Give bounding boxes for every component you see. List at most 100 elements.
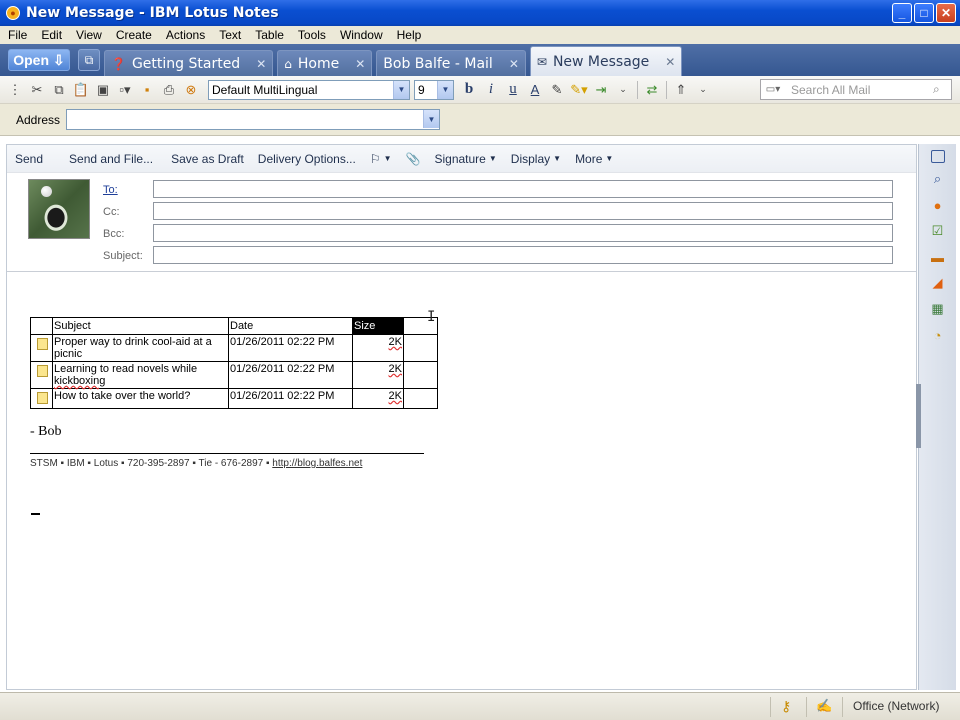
stop-icon[interactable]: ⊗ [180, 79, 202, 101]
font-name-select[interactable]: Default MultiLingual ▼ [208, 79, 410, 100]
caret-down-icon: ▼ [553, 154, 562, 163]
toolbar-separator [637, 80, 638, 99]
key-icon[interactable]: ⚷ [781, 698, 791, 715]
sidebar-toggle-icon[interactable] [930, 150, 945, 163]
italic-icon[interactable]: i [480, 79, 502, 101]
rss-feed-icon[interactable]: ◢ [928, 273, 948, 293]
sametime-icon[interactable]: ● [928, 195, 948, 215]
delivery-options-button[interactable]: Delivery Options... [251, 152, 363, 166]
close-tab-icon[interactable]: ✕ [256, 57, 266, 71]
bold-icon[interactable]: b [458, 79, 480, 101]
highlight-icon[interactable]: ✎ [546, 79, 568, 101]
open-label: Open [13, 52, 50, 68]
calendar-icon[interactable]: ▦ [928, 299, 948, 319]
cc-label: Cc: [103, 206, 120, 218]
menu-file[interactable]: File [0, 28, 33, 42]
table-row[interactable]: How to take over the world? 01/26/2011 0… [30, 388, 438, 409]
menu-actions[interactable]: Actions [158, 28, 211, 42]
font-name-value: Default MultiLingual [212, 82, 318, 97]
menu-create[interactable]: Create [108, 28, 158, 42]
search-icon[interactable]: ⌕ [928, 169, 948, 189]
follow-up-flag-icon[interactable]: ⚐ ▼ [363, 152, 399, 166]
cc-field[interactable] [153, 202, 893, 220]
menu-edit[interactable]: Edit [33, 28, 68, 42]
cut-icon[interactable]: ✂ [26, 79, 48, 101]
column-header-date[interactable]: Date [228, 317, 353, 335]
briefcase-icon[interactable]: ▬ [928, 247, 948, 267]
table-header-row: Subject Date Size [30, 317, 438, 335]
signature-icon[interactable]: ✍ [816, 698, 832, 714]
widgets-icon[interactable]: ◔ [928, 325, 948, 345]
menu-text[interactable]: Text [211, 28, 247, 42]
highlighter-color-icon[interactable]: ✎▾ [568, 79, 590, 101]
bcc-field[interactable] [153, 224, 893, 242]
copy-as-link-icon[interactable]: ▣ [92, 79, 114, 101]
menu-view[interactable]: View [68, 28, 108, 42]
column-header-subject[interactable]: Subject [52, 317, 229, 335]
menu-window[interactable]: Window [332, 28, 389, 42]
more-chevron-icon[interactable]: ⌄ [692, 79, 714, 101]
font-size-select[interactable]: 9 ▼ [414, 79, 454, 100]
to-field[interactable] [153, 180, 893, 198]
copy-icon[interactable]: ⧉ [48, 79, 70, 101]
more-menu[interactable]: More ▼ [568, 152, 620, 166]
chevron-down-icon[interactable]: ▼ [437, 80, 453, 99]
right-sidebar: ⌕ ● ☑ ▬ ◢ ▦ ◔ [916, 144, 956, 690]
chevron-down-icon[interactable]: ▼ [393, 80, 409, 99]
search-scope-icon[interactable]: ▭▾ [761, 80, 785, 99]
message-body[interactable]: Subject Date Size Proper way to drink co… [7, 272, 916, 689]
open-button[interactable]: Open ⇩ [8, 49, 70, 71]
save-as-draft-button[interactable]: Save as Draft [164, 152, 251, 166]
column-header-size[interactable]: Size [352, 317, 404, 335]
text-color-icon[interactable]: A [524, 79, 546, 101]
new-icon[interactable]: ▫▾ [114, 79, 136, 101]
lotus-notes-icon[interactable]: ● [6, 6, 20, 20]
tab-new-message[interactable]: ✉ New Message ✕ [529, 46, 683, 76]
menu-tools[interactable]: Tools [290, 28, 332, 42]
row-date: 01/26/2011 02:22 PM [228, 361, 353, 389]
address-input[interactable]: ▼ [66, 109, 440, 130]
minimize-button[interactable]: _ [892, 3, 912, 23]
close-tab-icon[interactable]: ✕ [355, 57, 365, 71]
message-header: To: Cc: Bcc: Subject: [7, 173, 916, 272]
attach-icon[interactable]: 📎 [399, 152, 428, 166]
table-row[interactable]: Learning to read novels while kickboxing… [30, 361, 438, 389]
message-table[interactable]: Subject Date Size Proper way to drink co… [30, 317, 438, 409]
activities-icon[interactable]: ☑ [928, 221, 948, 241]
close-tab-icon[interactable]: ✕ [665, 55, 675, 69]
underline-icon[interactable]: u [502, 79, 524, 101]
tab-mail[interactable]: Bob Balfe - Mail ✕ [376, 50, 526, 76]
search-input[interactable]: ▭▾ Search All Mail ⌕ [760, 79, 952, 100]
save-icon[interactable]: ▪ [136, 79, 158, 101]
table-row[interactable]: Proper way to drink cool-aid at a picnic… [30, 334, 438, 362]
close-tab-icon[interactable]: ✕ [509, 57, 519, 71]
replication-icon[interactable]: ⇄ [641, 79, 663, 101]
tab-getting-started[interactable]: ❓ Getting Started ✕ [104, 50, 274, 76]
search-icon[interactable]: ⌕ [933, 82, 951, 97]
menu-help[interactable]: Help [389, 28, 428, 42]
chevron-down-icon[interactable]: ▼ [423, 110, 439, 128]
to-label[interactable]: To: [103, 184, 118, 196]
location-status[interactable]: Office (Network) [853, 699, 939, 713]
display-menu[interactable]: Display ▼ [504, 152, 568, 166]
paste-icon[interactable]: 📋 [70, 79, 92, 101]
indent-icon[interactable]: ⇥ [590, 79, 612, 101]
more-chevron-icon[interactable]: ⌄ [612, 79, 634, 101]
sidebar-resize-handle[interactable] [916, 384, 921, 448]
subject-field[interactable] [153, 246, 893, 264]
maximize-button[interactable]: □ [914, 3, 934, 23]
send-button[interactable]: Send [7, 152, 50, 166]
navigation-icon[interactable]: ⇑ [670, 79, 692, 101]
show-documents-icon[interactable]: ⧉ [78, 49, 100, 71]
signature-menu[interactable]: Signature ▼ [427, 152, 503, 166]
toolbar-separator [666, 80, 667, 99]
signature-label: Signature [434, 151, 486, 166]
send-and-file-button[interactable]: Send and File... [62, 152, 160, 166]
title-bar: ● New Message - IBM Lotus Notes _ □ ✕ [0, 0, 960, 26]
blog-link[interactable]: http://blog.balfes.net [272, 458, 362, 469]
document-icon-cell [30, 388, 53, 409]
menu-table[interactable]: Table [247, 28, 290, 42]
close-button[interactable]: ✕ [936, 3, 956, 23]
tab-home[interactable]: ⌂ Home ✕ [277, 50, 373, 76]
print-icon[interactable]: ⎙ [158, 79, 180, 101]
